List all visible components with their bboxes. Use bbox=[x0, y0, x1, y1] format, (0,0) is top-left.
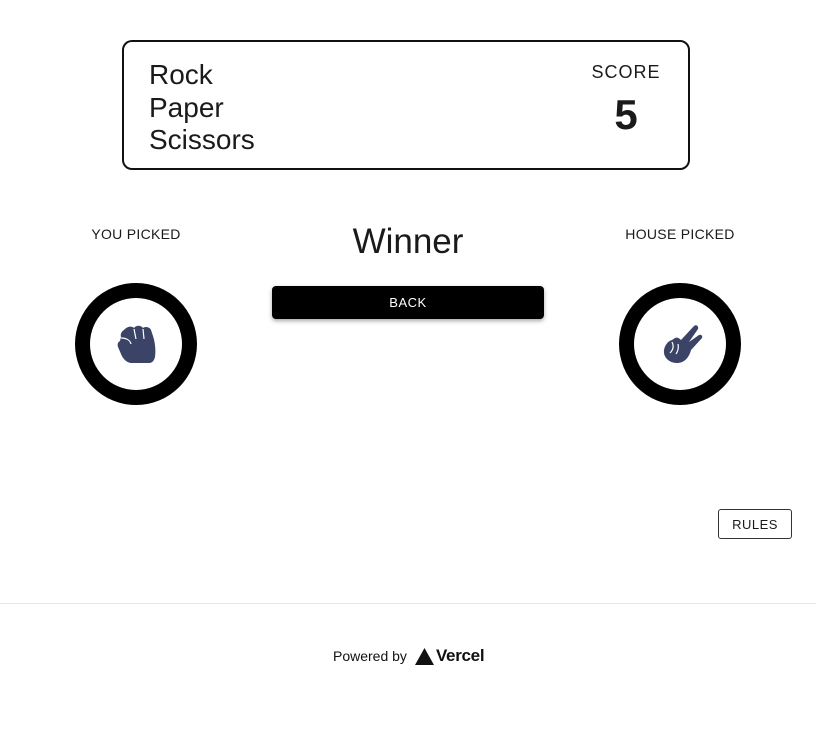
rules-button[interactable]: RULES bbox=[718, 509, 792, 539]
powered-by-text: Powered by bbox=[333, 648, 407, 664]
title-line-paper: Paper bbox=[149, 91, 224, 123]
score-header: Rock Paper Scissors SCORE 5 bbox=[122, 40, 690, 170]
vercel-triangle-icon bbox=[414, 647, 434, 665]
vercel-logo: Vercel bbox=[414, 646, 485, 666]
scissors-hand-icon bbox=[663, 325, 703, 363]
score-label: SCORE bbox=[591, 62, 661, 82]
score-value: 5 bbox=[614, 91, 638, 138]
back-button[interactable]: BACK bbox=[272, 286, 544, 319]
footer: Powered by Vercel bbox=[0, 603, 816, 749]
title-line-rock: Rock bbox=[149, 59, 213, 90]
player-choice-ring bbox=[75, 283, 197, 405]
title-line-scissors: Scissors bbox=[149, 124, 255, 155]
you-picked-label: YOU PICKED bbox=[91, 226, 181, 242]
vercel-brand-text: Vercel bbox=[435, 646, 485, 665]
player-choice-inner bbox=[90, 298, 182, 390]
house-picked-label: HOUSE PICKED bbox=[625, 226, 735, 242]
house-choice-inner bbox=[634, 298, 726, 390]
score-box: SCORE 5 bbox=[586, 62, 666, 138]
game-title: Rock Paper Scissors bbox=[149, 59, 255, 157]
result-text: Winner bbox=[352, 222, 464, 261]
powered-by-vercel-link[interactable]: Powered by Vercel bbox=[333, 646, 485, 666]
game-page: Rock Paper Scissors SCORE 5 YOU PICKED W… bbox=[0, 0, 816, 749]
house-choice-ring bbox=[619, 283, 741, 405]
fist-icon bbox=[117, 325, 156, 363]
